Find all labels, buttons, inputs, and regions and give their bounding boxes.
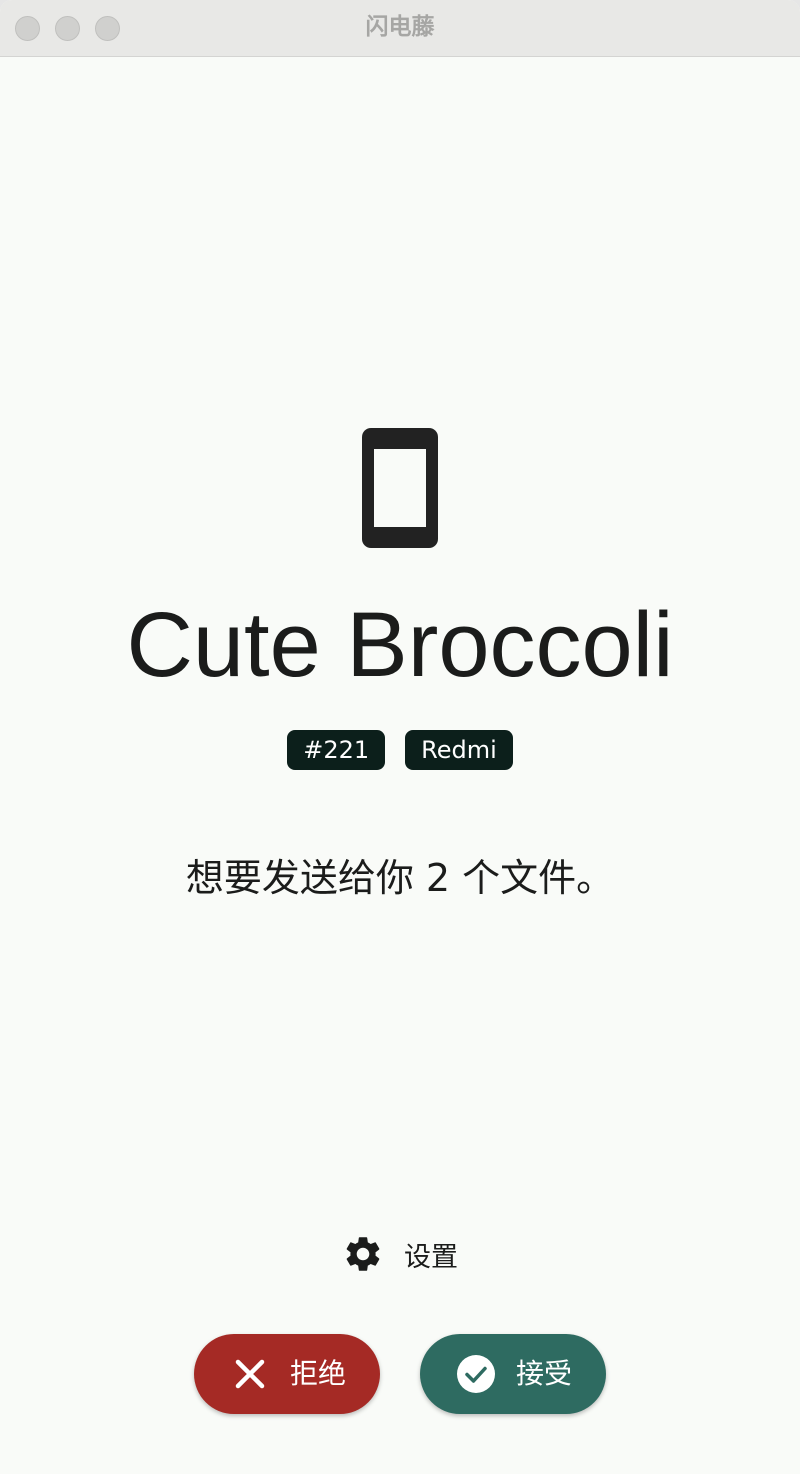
check-circle-icon [457,1355,495,1393]
device-model-badge: Redmi [405,730,513,770]
app-window: 闪电藤 Cute Broccoli #221 Redmi 想要发送给你 2 个文… [0,0,800,1474]
device-badges: #221 Redmi [0,730,800,770]
title-bar: 闪电藤 [0,0,800,57]
accept-label: 接受 [516,1357,573,1390]
accept-button[interactable]: 接受 [420,1334,606,1414]
decline-label: 拒绝 [290,1357,347,1390]
settings-label: 设置 [404,1241,458,1273]
transfer-message: 想要发送给你 2 个文件。 [185,856,615,900]
window-title: 闪电藤 [365,14,435,40]
decline-button[interactable]: 拒绝 [194,1334,380,1414]
smartphone-icon [362,428,438,548]
device-id-badge: #221 [287,730,386,770]
close-icon [235,1359,265,1389]
sender-device-name: Cute Broccoli [126,594,674,696]
gear-icon [346,1237,380,1271]
settings-button[interactable]: 设置 [330,1224,480,1284]
